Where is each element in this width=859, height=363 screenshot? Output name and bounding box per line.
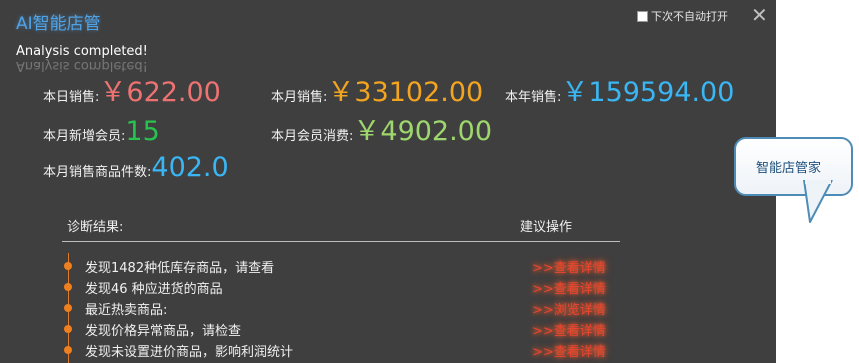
app-title: AI智能店管 xyxy=(16,14,101,34)
year-sales-value: ￥159594.00 xyxy=(561,77,735,108)
today-sales-value: ￥622.00 xyxy=(99,77,221,108)
suggested-action-header: 建议操作 xyxy=(520,220,573,235)
bullet-dot xyxy=(64,304,72,312)
items-sold-value: 402.0 xyxy=(151,152,229,183)
close-icon[interactable]: ✕ xyxy=(751,3,768,27)
view-details-link[interactable]: >>查看详情 xyxy=(532,278,606,297)
main-panel: AI智能店管 下次不自动打开 ✕ Analysis completed! Ana… xyxy=(0,0,776,363)
diagnosis-text: 发现46 种应进货的商品 xyxy=(85,282,223,297)
dont-auto-open-toggle[interactable]: 下次不自动打开 xyxy=(637,8,728,24)
items-sold-stat: 本月销售商品件数: 402.0 xyxy=(43,154,229,181)
today-sales-label: 本日销售: xyxy=(43,90,100,105)
view-details-link[interactable]: >>查看详情 xyxy=(532,257,606,276)
bullet-dot xyxy=(64,346,72,354)
bullet-dot xyxy=(64,262,72,270)
browse-details-link[interactable]: >>浏览详情 xyxy=(532,299,606,318)
year-sales-label: 本年销售: xyxy=(505,90,562,105)
header-divider xyxy=(62,241,620,242)
member-spend-value: ￥4902.00 xyxy=(353,116,493,147)
bullet-dot xyxy=(64,325,72,333)
diagnosis-text: 发现未设置进价商品，影响利润统计 xyxy=(85,345,294,360)
diagnosis-text: 最近热卖商品: xyxy=(85,303,168,318)
diagnosis-row: 发现未设置进价商品，影响利润统计 >>查看详情 xyxy=(60,340,620,360)
dont-auto-open-label: 下次不自动打开 xyxy=(651,10,728,23)
diagnosis-text: 发现1482种低库存商品，请查看 xyxy=(85,261,275,276)
view-details-link[interactable]: >>查看详情 xyxy=(532,341,606,360)
diagnosis-header: 诊断结果: xyxy=(67,220,124,235)
diagnosis-row: 发现46 种应进货的商品 >>查看详情 xyxy=(60,277,620,297)
view-details-link[interactable]: >>查看详情 xyxy=(532,320,606,339)
status-reflection: Analysis completed! xyxy=(16,58,148,73)
new-members-value: 15 xyxy=(125,116,160,147)
member-spend-label: 本月会员消费: xyxy=(271,129,354,144)
diagnosis-text: 发现价格异常商品，请检查 xyxy=(85,324,242,339)
year-sales-stat: 本年销售: ￥159594.00 xyxy=(505,79,734,106)
new-members-label: 本月新增会员: xyxy=(43,129,126,144)
new-members-stat: 本月新增会员: 15 xyxy=(43,118,160,145)
diagnosis-row: 最近热卖商品: >>浏览详情 xyxy=(60,298,620,318)
diagnosis-row: 发现价格异常商品，请检查 >>查看详情 xyxy=(60,319,620,339)
month-sales-stat: 本月销售: ￥33102.00 xyxy=(271,79,483,106)
dont-auto-open-checkbox[interactable] xyxy=(637,10,648,22)
today-sales-stat: 本日销售: ￥622.00 xyxy=(43,79,221,106)
bullet-dot xyxy=(64,283,72,291)
member-spend-stat: 本月会员消费: ￥4902.00 xyxy=(271,118,492,145)
assistant-label: 智能店管家 xyxy=(756,161,822,176)
month-sales-value: ￥33102.00 xyxy=(327,77,484,108)
month-sales-label: 本月销售: xyxy=(271,90,328,105)
items-sold-label: 本月销售商品件数: xyxy=(43,165,152,180)
diagnosis-row: 发现1482种低库存商品，请查看 >>查看详情 xyxy=(60,256,620,276)
status-text: Analysis completed! xyxy=(16,44,148,59)
bubble-tail xyxy=(803,180,833,223)
